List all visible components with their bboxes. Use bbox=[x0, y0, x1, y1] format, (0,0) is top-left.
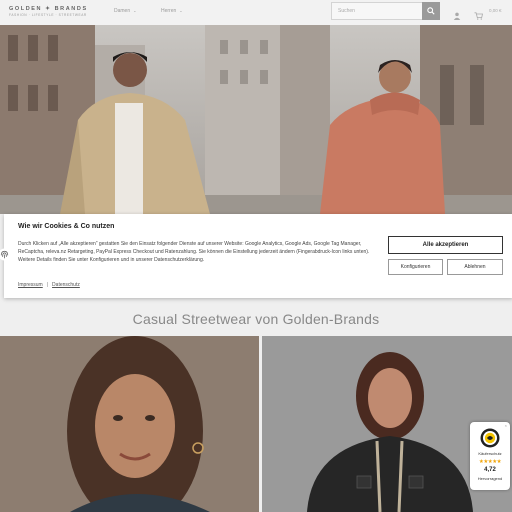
search-box bbox=[331, 2, 440, 20]
section-title: Casual Streetwear von Golden-Brands bbox=[132, 311, 380, 327]
link-separator: | bbox=[46, 282, 49, 288]
cookie-title: Wie wir Cookies & Co nutzen bbox=[18, 223, 115, 230]
search-icon bbox=[427, 7, 435, 15]
privacy-link[interactable]: Datenschutz bbox=[52, 282, 80, 288]
nav-item-herren[interactable]: Herren ⌄ bbox=[161, 8, 183, 14]
accept-all-button[interactable]: Alle akzeptieren bbox=[388, 236, 503, 254]
account-button[interactable] bbox=[453, 7, 461, 25]
rating-grade: Hervorragend bbox=[477, 476, 503, 481]
nav-label: Herren bbox=[161, 8, 177, 14]
nav-item-damen[interactable]: Damen ⌄ bbox=[114, 8, 136, 14]
site-header: GOLDEN ✦ BRANDS FASHION · LIFESTYLE · ST… bbox=[0, 0, 512, 25]
trusted-shops-logo-icon bbox=[480, 428, 500, 448]
trust-label: Käuferschutz bbox=[478, 451, 502, 456]
site-logo[interactable]: GOLDEN ✦ BRANDS FASHION · LIFESTYLE · ST… bbox=[9, 6, 88, 17]
fingerprint-icon[interactable] bbox=[0, 248, 11, 261]
nav-label: Damen bbox=[114, 8, 131, 14]
cart-button[interactable] bbox=[474, 7, 483, 25]
cart-icon bbox=[474, 12, 483, 20]
cart-total: 0,00 € bbox=[489, 8, 502, 13]
close-icon[interactable]: × bbox=[505, 423, 507, 428]
cookie-banner: Wie wir Cookies & Co nutzen Durch Klicke… bbox=[0, 214, 512, 298]
reject-button[interactable]: Ablehnen bbox=[447, 259, 503, 275]
trust-badge[interactable]: × Käuferschutz ★★★★★ 4,72 Hervorragend bbox=[470, 422, 510, 490]
search-button[interactable] bbox=[422, 2, 440, 20]
logo-text: GOLDEN ✦ BRANDS bbox=[9, 6, 88, 12]
category-tile-left[interactable] bbox=[0, 336, 259, 512]
cookie-text: Durch Klicken auf „Alle akzeptieren“ ges… bbox=[18, 241, 370, 264]
tile-image bbox=[0, 336, 259, 512]
rating-score: 4,72 bbox=[484, 467, 496, 473]
chevron-down-icon: ⌄ bbox=[133, 8, 137, 13]
hero-banner[interactable] bbox=[0, 25, 512, 214]
chevron-down-icon: ⌄ bbox=[179, 8, 183, 13]
rating-stars: ★★★★★ bbox=[478, 459, 502, 465]
configure-button[interactable]: Konfigurieren bbox=[388, 259, 443, 275]
hero-image bbox=[0, 25, 512, 214]
imprint-link[interactable]: Impressum bbox=[18, 282, 43, 288]
logo-tagline: FASHION · LIFESTYLE · STREETWEAR bbox=[9, 13, 87, 17]
user-icon bbox=[453, 12, 461, 20]
cookie-links: Impressum | Datenschutz bbox=[18, 282, 80, 288]
search-input[interactable] bbox=[332, 3, 422, 19]
